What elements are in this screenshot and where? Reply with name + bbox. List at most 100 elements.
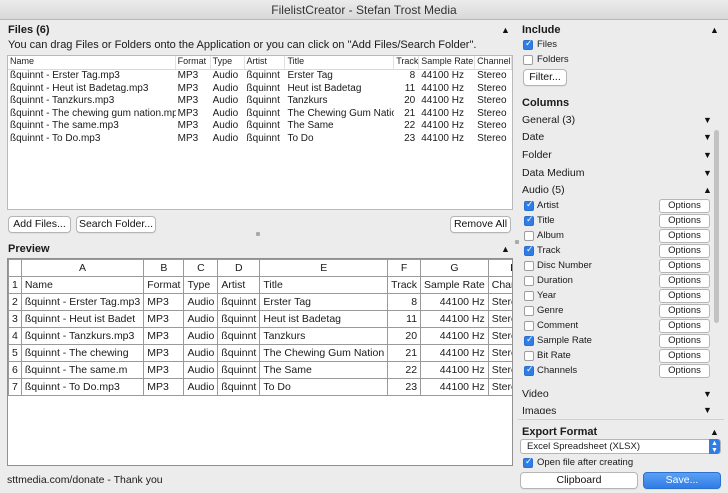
- grid-cell[interactable]: To Do: [259, 378, 389, 396]
- grid-cell[interactable]: Stereo: [487, 361, 512, 379]
- group-data-medium-chevron-icon[interactable]: ▼: [703, 168, 712, 178]
- grid-row[interactable]: 5 ßquinnt - The chewing MP3 Audio ßquinnt The…: [8, 344, 512, 362]
- column-header-track[interactable]: Track: [394, 56, 420, 69]
- grid-column-letter[interactable]: H: [487, 259, 512, 277]
- grid-cell[interactable]: 11: [387, 310, 422, 328]
- audio-column-checkbox[interactable]: [524, 261, 534, 271]
- grid-cell[interactable]: ßquinnt - Heut ist Badet: [20, 310, 145, 328]
- grid-cell[interactable]: MP3: [143, 327, 185, 345]
- grid-cell[interactable]: 23: [387, 378, 422, 396]
- save-button[interactable]: Save...: [643, 472, 721, 489]
- audio-column-checkbox[interactable]: [524, 335, 534, 346]
- grid-column-letter[interactable]: A: [20, 259, 145, 277]
- group-images-chevron-icon[interactable]: ▼: [703, 405, 712, 415]
- grid-row[interactable]: 3 ßquinnt - Heut ist Badet MP3 Audio ßquinnt…: [8, 310, 512, 328]
- audio-column-checkbox[interactable]: [524, 276, 534, 286]
- group-date[interactable]: Date: [522, 131, 544, 143]
- group-date-chevron-icon[interactable]: ▼: [703, 132, 712, 142]
- grid-cell[interactable]: Type: [183, 276, 219, 294]
- grid-cell[interactable]: Audio: [183, 344, 219, 362]
- export-chevron-icon[interactable]: ▲: [710, 427, 719, 437]
- audio-column-options-button[interactable]: Options: [659, 334, 710, 348]
- group-folder-chevron-icon[interactable]: ▼: [703, 150, 712, 160]
- search-folder-button[interactable]: Search Folder...: [76, 216, 156, 233]
- grid-column-letter[interactable]: E: [259, 259, 389, 277]
- group-general-chevron-icon[interactable]: ▼: [703, 115, 712, 125]
- grid-row[interactable]: 4 ßquinnt - Tanzkurs.mp3 MP3 Audio ßquinnt Ta…: [8, 327, 512, 345]
- filter-button[interactable]: Filter...: [523, 69, 567, 86]
- grid-cell[interactable]: Stereo: [487, 344, 512, 362]
- audio-column-checkbox[interactable]: [524, 200, 534, 211]
- grid-cell[interactable]: 44100 Hz: [420, 293, 489, 311]
- split-handle-vertical[interactable]: [515, 240, 519, 244]
- column-header-format[interactable]: Format: [176, 56, 211, 69]
- grid-cell[interactable]: Format: [143, 276, 185, 294]
- audio-column-options-button[interactable]: Options: [659, 259, 710, 273]
- grid-cell[interactable]: 22: [387, 361, 422, 379]
- group-images[interactable]: Images: [522, 405, 556, 414]
- column-header-sample-rate[interactable]: Sample Rate: [419, 56, 476, 69]
- column-header-name[interactable]: Name: [8, 56, 176, 69]
- group-general[interactable]: General (3): [522, 114, 575, 126]
- audio-column-options-button[interactable]: Options: [659, 289, 710, 303]
- open-after-creating-checkbox[interactable]: [523, 457, 533, 468]
- grid-cell[interactable]: ßquinnt - The same.m: [20, 361, 145, 379]
- preview-grid[interactable]: ABCDEFGH1NameFormatTypeArtistTitleTrackS…: [7, 258, 513, 466]
- grid-cell[interactable]: MP3: [143, 310, 185, 328]
- grid-cell[interactable]: ßquinnt: [217, 293, 261, 311]
- audio-column-options-button[interactable]: Options: [659, 214, 710, 228]
- audio-column-checkbox[interactable]: [524, 321, 534, 331]
- grid-cell[interactable]: Stereo: [487, 378, 512, 396]
- grid-row[interactable]: 7 ßquinnt - To Do.mp3 MP3 Audio ßquinnt To Do…: [8, 378, 512, 396]
- column-header-artist[interactable]: Artist: [245, 56, 286, 69]
- grid-column-letter[interactable]: C: [183, 259, 219, 277]
- file-list-row[interactable]: ßquinnt - Tanzkurs.mp3 MP3 Audio ßquinnt Tan…: [8, 95, 512, 108]
- grid-cell[interactable]: Audio: [183, 327, 219, 345]
- audio-column-checkbox[interactable]: [524, 306, 534, 316]
- grid-column-letter[interactable]: B: [143, 259, 185, 277]
- grid-cell[interactable]: Audio: [183, 378, 219, 396]
- grid-cell[interactable]: Name: [20, 276, 145, 294]
- grid-row[interactable]: 6 ßquinnt - The same.m MP3 Audio ßquinnt The …: [8, 361, 512, 379]
- grid-cell[interactable]: ßquinnt - The chewing: [20, 344, 145, 362]
- grid-cell[interactable]: 8: [387, 293, 422, 311]
- grid-cell[interactable]: Track: [387, 276, 422, 294]
- remove-all-button[interactable]: Remove All: [450, 216, 511, 233]
- split-handle-horizontal[interactable]: [256, 232, 260, 236]
- grid-cell[interactable]: Stereo: [487, 327, 512, 345]
- grid-cell[interactable]: ßquinnt - Tanzkurs.mp3: [20, 327, 145, 345]
- grid-cell[interactable]: Erster Tag: [259, 293, 389, 311]
- grid-cell[interactable]: Stereo: [487, 293, 512, 311]
- group-folder[interactable]: Folder: [522, 149, 552, 161]
- audio-column-checkbox[interactable]: [524, 291, 534, 301]
- grid-column-letter[interactable]: F: [387, 259, 422, 277]
- clipboard-button[interactable]: Clipboard: [520, 472, 638, 489]
- grid-cell[interactable]: MP3: [143, 344, 185, 362]
- file-list-row[interactable]: ßquinnt - Heut ist Badetag.mp3 MP3 Audio ßq…: [8, 83, 512, 96]
- group-audio-chevron-icon[interactable]: ▲: [703, 185, 712, 195]
- audio-column-options-button[interactable]: Options: [659, 199, 710, 213]
- grid-cell[interactable]: Channels: [487, 276, 512, 294]
- grid-cell[interactable]: 44100 Hz: [420, 361, 489, 379]
- column-header-title[interactable]: Title: [285, 56, 395, 69]
- file-list-row[interactable]: ßquinnt - The chewing gum nation.mp3 MP3 A…: [8, 108, 512, 121]
- grid-cell[interactable]: 21: [387, 344, 422, 362]
- audio-column-checkbox[interactable]: [524, 245, 534, 256]
- grid-column-letter[interactable]: D: [217, 259, 261, 277]
- grid-cell[interactable]: Heut ist Badetag: [259, 310, 389, 328]
- file-list-row[interactable]: ßquinnt - The same.mp3 MP3 Audio ßquinnt The…: [8, 120, 512, 133]
- audio-column-checkbox[interactable]: [524, 215, 534, 226]
- grid-cell[interactable]: ßquinnt - Erster Tag.mp3: [20, 293, 145, 311]
- grid-row[interactable]: 2 ßquinnt - Erster Tag.mp3 MP3 Audio ßquinnt…: [8, 293, 512, 311]
- preview-collapse-chevron-icon[interactable]: ▲: [501, 244, 510, 254]
- audio-column-options-button[interactable]: Options: [659, 244, 710, 258]
- group-video[interactable]: Video: [522, 388, 549, 400]
- grid-cell[interactable]: Audio: [183, 361, 219, 379]
- grid-cell[interactable]: ßquinnt: [217, 361, 261, 379]
- grid-cell[interactable]: 44100 Hz: [420, 327, 489, 345]
- collapse-chevron-icon[interactable]: ▲: [501, 25, 510, 35]
- audio-column-options-button[interactable]: Options: [659, 319, 710, 333]
- grid-cell[interactable]: ßquinnt - To Do.mp3: [20, 378, 145, 396]
- add-files-button[interactable]: Add Files...: [8, 216, 71, 233]
- file-list-row[interactable]: ßquinnt - Erster Tag.mp3 MP3 Audio ßquinnt E…: [8, 70, 512, 83]
